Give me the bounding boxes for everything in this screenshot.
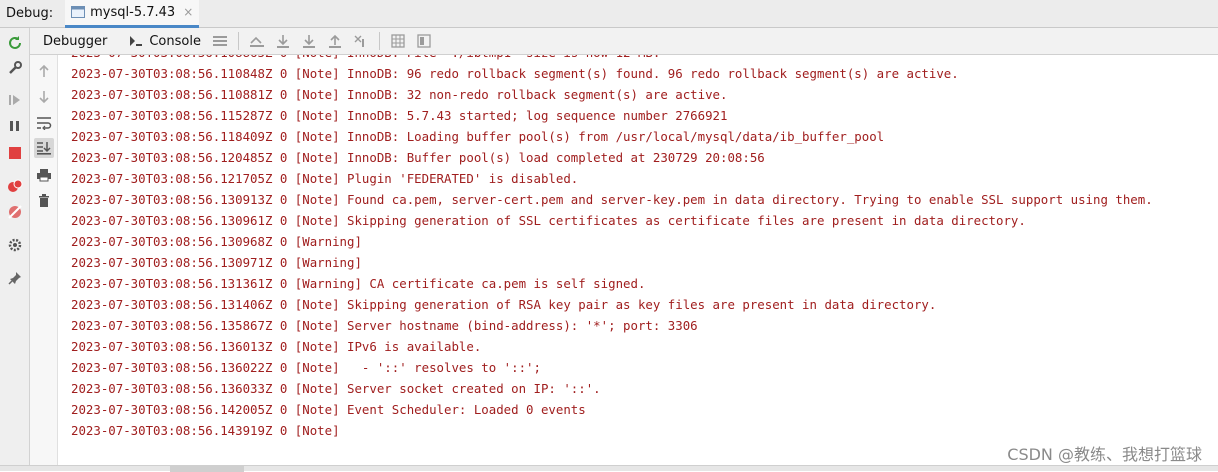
console-icon xyxy=(130,36,143,46)
log-line: 2023-07-30T03:08:56.108865Z 0 [Note] Inn… xyxy=(71,55,1153,63)
debug-tabs-toolbar: Debugger Console xyxy=(30,28,1218,55)
log-line: 2023-07-30T03:08:56.110848Z 0 [Note] Inn… xyxy=(71,66,959,81)
tab-console[interactable]: Console xyxy=(123,28,207,55)
trash-icon[interactable] xyxy=(34,190,54,210)
log-line: 2023-07-30T03:08:56.136013Z 0 [Note] IPv… xyxy=(71,339,482,354)
csdn-watermark: CSDN @教练、我想打篮球 xyxy=(1007,445,1202,464)
console-side-toolbar xyxy=(30,55,58,465)
toolbar-divider xyxy=(378,32,380,50)
pause-icon[interactable] xyxy=(5,116,25,136)
tab-debugger[interactable]: Debugger xyxy=(37,28,113,55)
step-out-icon[interactable] xyxy=(325,31,345,51)
debug-label: Debug: xyxy=(6,6,54,21)
close-tab-icon[interactable]: × xyxy=(183,5,193,19)
run-config-tab[interactable]: mysql-5.7.43 × xyxy=(65,0,200,28)
tab-debugger-label: Debugger xyxy=(43,33,108,49)
layout-menu-icon[interactable] xyxy=(210,31,230,51)
run-to-cursor-icon[interactable] xyxy=(351,31,371,51)
view-breakpoints-icon[interactable] xyxy=(5,176,25,196)
up-arrow-icon[interactable] xyxy=(34,61,54,81)
show-execution-point-icon[interactable] xyxy=(247,31,267,51)
debug-left-toolbar xyxy=(0,28,30,471)
bottom-tool-strip xyxy=(0,465,1218,472)
print-icon[interactable] xyxy=(34,165,54,185)
log-line: 2023-07-30T03:08:56.130913Z 0 [Note] Fou… xyxy=(71,192,1153,207)
down-arrow-icon[interactable] xyxy=(34,87,54,107)
step-over-icon[interactable] xyxy=(273,31,293,51)
rerun-icon[interactable] xyxy=(5,33,25,53)
log-line: 2023-07-30T03:08:56.136033Z 0 [Note] Ser… xyxy=(71,381,601,396)
gear-icon[interactable] xyxy=(5,235,25,255)
log-line: 2023-07-30T03:08:56.110881Z 0 [Note] Inn… xyxy=(71,87,728,102)
toolbar-divider xyxy=(237,32,239,50)
log-line: 2023-07-30T03:08:56.130971Z 0 [Warning] xyxy=(71,255,362,270)
trace-current-stream-icon[interactable] xyxy=(414,31,434,51)
log-line: 2023-07-30T03:08:56.120485Z 0 [Note] Inn… xyxy=(71,150,765,165)
log-line: 2023-07-30T03:08:56.115287Z 0 [Note] Inn… xyxy=(71,108,728,123)
log-line: 2023-07-30T03:08:56.135867Z 0 [Note] Ser… xyxy=(71,318,698,333)
log-line: 2023-07-30T03:08:56.143919Z 0 [Note] xyxy=(71,423,340,438)
debug-tool-window-header: Debug: mysql-5.7.43 × xyxy=(0,0,1218,28)
log-line: 2023-07-30T03:08:56.130968Z 0 [Warning] xyxy=(71,234,362,249)
resume-icon[interactable] xyxy=(5,90,25,110)
log-lines: 2023-07-30T03:08:56.108865Z 0 [Note] Inn… xyxy=(71,55,1153,441)
bottom-tab-highlight xyxy=(170,466,244,472)
step-into-icon[interactable] xyxy=(299,31,319,51)
run-config-icon xyxy=(71,6,86,18)
mute-breakpoints-icon[interactable] xyxy=(5,202,25,222)
evaluate-expression-icon[interactable] xyxy=(388,31,408,51)
stop-icon[interactable] xyxy=(5,143,25,163)
log-line: 2023-07-30T03:08:56.121705Z 0 [Note] Plu… xyxy=(71,171,579,186)
scroll-to-end-icon[interactable] xyxy=(34,138,54,158)
run-config-tab-title: mysql-5.7.43 xyxy=(90,4,176,20)
soft-wrap-icon[interactable] xyxy=(34,113,54,133)
log-line: 2023-07-30T03:08:56.136022Z 0 [Note] - '… xyxy=(71,360,541,375)
log-line: 2023-07-30T03:08:56.118409Z 0 [Note] Inn… xyxy=(71,129,885,144)
console-output[interactable]: 2023-07-30T03:08:56.108865Z 0 [Note] Inn… xyxy=(58,55,1218,465)
log-line: 2023-07-30T03:08:56.131361Z 0 [Warning] … xyxy=(71,276,646,291)
tab-console-label: Console xyxy=(149,33,201,49)
pin-icon[interactable] xyxy=(5,268,25,288)
log-line: 2023-07-30T03:08:56.131406Z 0 [Note] Ski… xyxy=(71,297,937,312)
log-line: 2023-07-30T03:08:56.142005Z 0 [Note] Eve… xyxy=(71,402,586,417)
settings-wrench-icon[interactable] xyxy=(5,58,25,78)
log-line: 2023-07-30T03:08:56.130961Z 0 [Note] Ski… xyxy=(71,213,1026,228)
